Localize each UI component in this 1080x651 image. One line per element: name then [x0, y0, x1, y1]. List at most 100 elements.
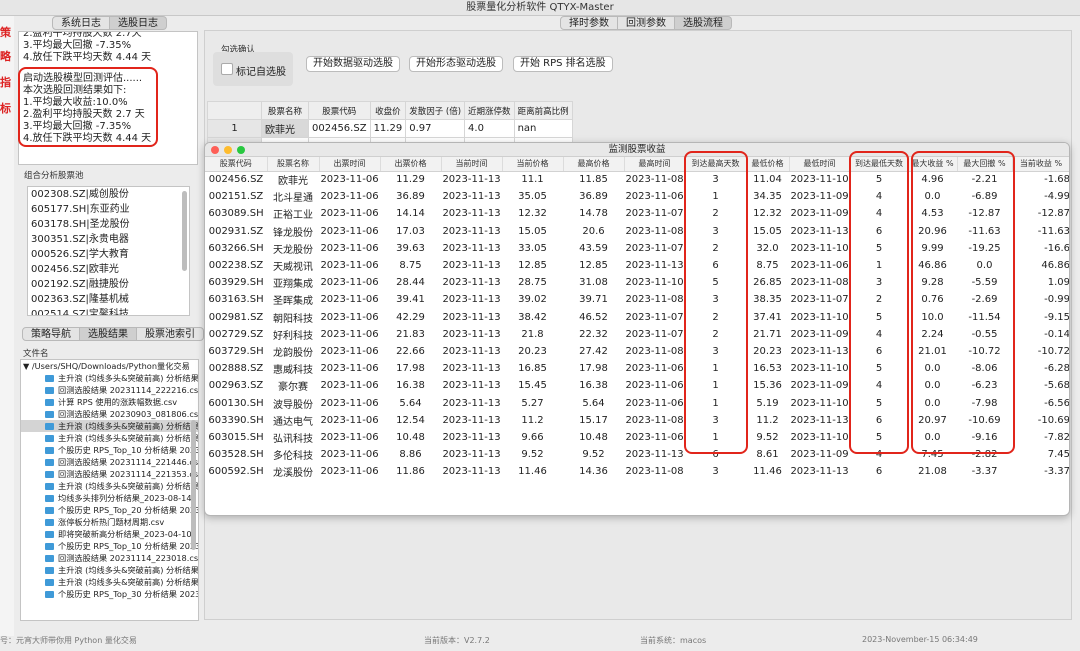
minimize-button[interactable] [224, 146, 232, 154]
cell[interactable]: nan [513, 119, 573, 138]
monitor-cell[interactable]: 4 [850, 377, 908, 394]
monitor-cell[interactable]: 2023-11-07 [789, 291, 850, 308]
monitor-cell[interactable]: 002963.SZ [205, 377, 267, 394]
monitor-cell[interactable]: 10.48 [380, 429, 441, 446]
monitor-cell[interactable]: 46.86 [908, 257, 957, 274]
monitor-cell[interactable]: 21.71 [746, 326, 789, 343]
monitor-cell[interactable]: 39.71 [563, 291, 624, 308]
monitor-cell[interactable]: 2023-11-13 [441, 394, 502, 411]
tab-pool-index[interactable]: 股票池索引 [137, 327, 204, 341]
monitor-cell[interactable]: 2023-11-10 [624, 274, 685, 291]
monitor-cell[interactable]: 002931.SZ [205, 223, 267, 240]
monitor-cell[interactable]: 1 [685, 360, 746, 377]
monitor-cell[interactable]: 12.32 [746, 205, 789, 222]
monitor-cell[interactable]: -3.37 [957, 463, 1012, 480]
monitor-cell[interactable]: 2023-11-06 [319, 257, 380, 274]
monitor-cell[interactable]: 弘讯科技 [267, 429, 319, 446]
file-scrollbar[interactable] [191, 420, 196, 550]
monitor-cell[interactable]: 6 [850, 343, 908, 360]
monitor-cell[interactable]: 39.63 [380, 240, 441, 257]
file-item[interactable]: 主升浪 (均线多头&突破前高) 分析结果 [21, 564, 198, 576]
monitor-cell[interactable]: 2023-11-08 [624, 171, 685, 188]
monitor-cell[interactable]: 16.38 [563, 377, 624, 394]
monitor-cell[interactable]: 26.85 [746, 274, 789, 291]
monitor-cell[interactable]: 2023-11-10 [789, 309, 850, 326]
monitor-cell[interactable]: 正裕工业 [267, 205, 319, 222]
monitor-cell[interactable]: 2023-11-09 [789, 326, 850, 343]
monitor-row[interactable]: 002151.SZ 北斗星通 2023-11-06 36.89 2023-11-13 35… [205, 188, 1069, 205]
monitor-cell[interactable]: 2 [685, 240, 746, 257]
pool-item[interactable]: 603178.SH|圣龙股份 [28, 217, 189, 232]
monitor-cell[interactable]: 2023-11-06 [624, 429, 685, 446]
monitor-cell[interactable]: 002981.SZ [205, 309, 267, 326]
monitor-cell[interactable]: 2 [685, 205, 746, 222]
monitor-cell[interactable]: 2023-11-08 [624, 291, 685, 308]
tab-selection-log[interactable]: 选股日志 [110, 16, 167, 30]
monitor-cell[interactable]: 11.2 [746, 412, 789, 429]
table-row[interactable]: 1 欧菲光 002456.SZ 11.29 0.97 4.0 nan [207, 119, 573, 138]
monitor-cell[interactable]: 002238.SZ [205, 257, 267, 274]
monitor-cell[interactable]: 2023-11-06 [319, 412, 380, 429]
cell[interactable]: 0.97 [405, 119, 466, 138]
file-item[interactable]: 计算 RPS 使用的涨跌幅数据.csv [21, 396, 198, 408]
monitor-row[interactable]: 002963.SZ 豪尔赛 2023-11-06 16.38 2023-11-13 15.… [205, 377, 1069, 394]
monitor-cell[interactable]: 15.05 [502, 223, 563, 240]
monitor-cell[interactable]: 2023-11-06 [319, 394, 380, 411]
monitor-cell[interactable]: 2023-11-06 [319, 326, 380, 343]
monitor-cell[interactable]: 15.36 [746, 377, 789, 394]
monitor-row[interactable]: 603729.SH 龙韵股份 2023-11-06 22.66 2023-11-13 20… [205, 343, 1069, 360]
monitor-col-header[interactable]: 最低价格 [746, 157, 790, 172]
monitor-cell[interactable]: 46.86 [1012, 257, 1069, 274]
file-item[interactable]: 回测选股结果 20231114_222216.csv [21, 384, 198, 396]
monitor-cell[interactable]: 14.14 [380, 205, 441, 222]
monitor-cell[interactable]: -0.55 [957, 326, 1012, 343]
monitor-cell[interactable]: 圣晖集成 [267, 291, 319, 308]
monitor-row[interactable]: 002456.SZ 欧菲光 2023-11-06 11.29 2023-11-13 11.… [205, 171, 1069, 188]
monitor-cell[interactable]: 20.6 [563, 223, 624, 240]
monitor-cell[interactable]: 6 [850, 412, 908, 429]
monitor-cell[interactable]: 11.85 [563, 171, 624, 188]
monitor-cell[interactable]: 5.64 [380, 394, 441, 411]
monitor-cell[interactable]: -16.6 [1012, 240, 1069, 257]
monitor-col-header[interactable]: 最大收益 % [908, 157, 958, 172]
monitor-cell[interactable]: 天威视讯 [267, 257, 319, 274]
monitor-cell[interactable]: 2023-11-13 [789, 223, 850, 240]
monitor-cell[interactable]: 1 [685, 377, 746, 394]
monitor-cell[interactable]: 0.0 [908, 188, 957, 205]
monitor-cell[interactable]: 22.32 [563, 326, 624, 343]
file-item[interactable]: 涨停板分析热门题材周期.csv [21, 516, 198, 528]
monitor-cell[interactable]: -5.59 [957, 274, 1012, 291]
monitor-cell[interactable]: 2023-11-06 [624, 360, 685, 377]
monitor-cell[interactable]: 2023-11-13 [441, 240, 502, 257]
monitor-cell[interactable]: 6 [685, 257, 746, 274]
monitor-cell[interactable]: 7.45 [1012, 446, 1069, 463]
monitor-cell[interactable]: 2023-11-13 [441, 429, 502, 446]
monitor-cell[interactable]: 12.85 [563, 257, 624, 274]
monitor-cell[interactable]: 16.53 [746, 360, 789, 377]
monitor-cell[interactable]: 2023-11-06 [319, 429, 380, 446]
monitor-cell[interactable]: 3 [685, 171, 746, 188]
monitor-cell[interactable]: -7.98 [957, 394, 1012, 411]
monitor-cell[interactable]: 2023-11-06 [319, 377, 380, 394]
monitor-cell[interactable]: 9.66 [502, 429, 563, 446]
mark-favorite-checkbox[interactable] [221, 63, 233, 75]
monitor-cell[interactable]: 1.09 [1012, 274, 1069, 291]
monitor-cell[interactable]: 2023-11-06 [789, 257, 850, 274]
pool-item[interactable]: 000526.SZ|学大教育 [28, 247, 189, 262]
file-item[interactable]: 主升浪 (均线多头&突破前高) 分析结果 [21, 480, 198, 492]
monitor-cell[interactable]: -10.69 [1012, 412, 1069, 429]
monitor-cell[interactable]: 5.19 [746, 394, 789, 411]
col-header[interactable]: 股票代码 [308, 101, 371, 120]
pool-item[interactable]: 002192.SZ|融捷股份 [28, 277, 189, 292]
monitor-cell[interactable]: 2023-11-06 [319, 360, 380, 377]
monitor-cell[interactable]: 5 [850, 171, 908, 188]
monitor-cell[interactable]: -12.87 [1012, 205, 1069, 222]
monitor-cell[interactable]: 2.24 [908, 326, 957, 343]
monitor-cell[interactable]: 2023-11-13 [624, 446, 685, 463]
monitor-cell[interactable]: 10.48 [563, 429, 624, 446]
tab-backtest-params[interactable]: 回测参数 [618, 16, 675, 30]
monitor-cell[interactable]: 20.96 [908, 223, 957, 240]
monitor-cell[interactable]: 11.29 [380, 171, 441, 188]
monitor-cell[interactable]: 2023-11-08 [624, 223, 685, 240]
monitor-cell[interactable]: 5 [850, 360, 908, 377]
